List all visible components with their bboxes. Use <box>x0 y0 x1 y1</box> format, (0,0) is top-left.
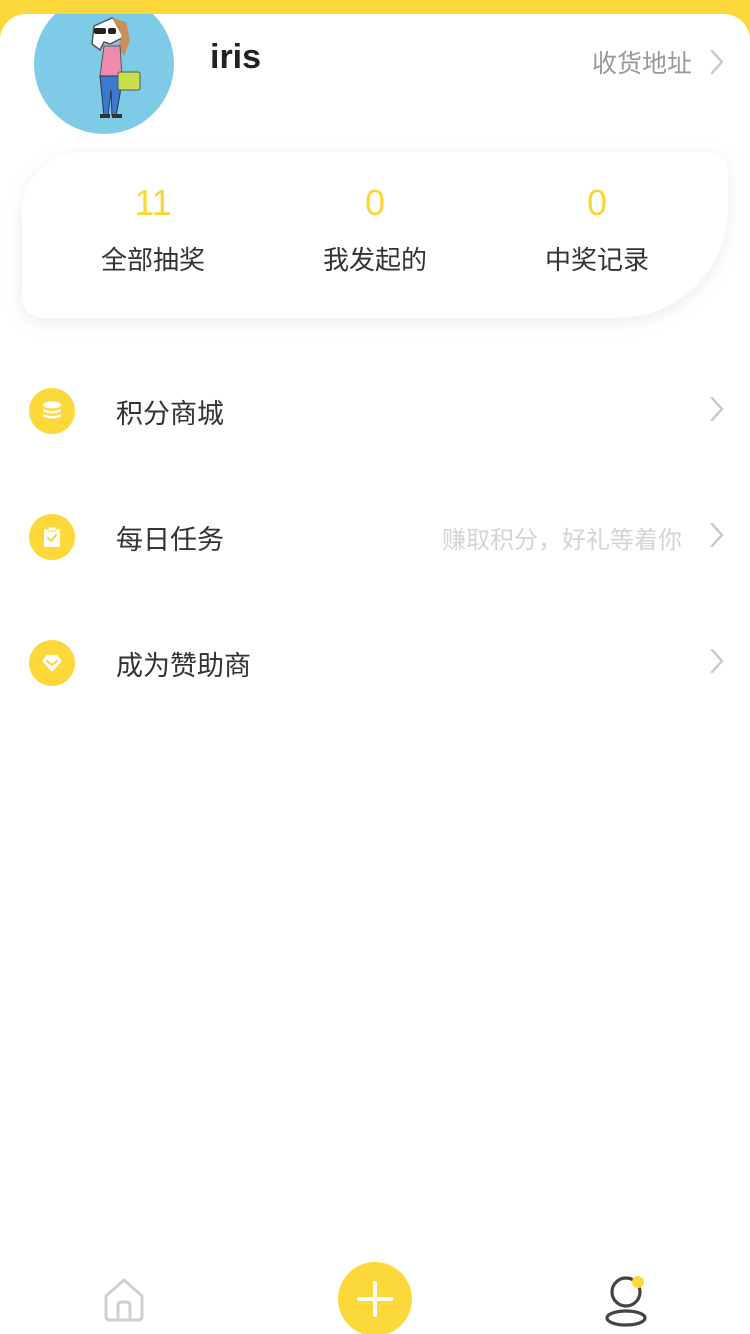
stat-all-lotteries[interactable]: 11 全部抽奖 <box>48 180 258 277</box>
shipping-address-label: 收货地址 <box>591 49 692 78</box>
user-icon[interactable] <box>600 1272 652 1328</box>
menu-list: 积分商城 每日任务 赚取积分，好礼等着你 成为赞助商 <box>0 348 750 726</box>
menu-item-become-sponsor[interactable]: 成为赞助商 <box>0 600 750 726</box>
home-icon[interactable] <box>100 1274 148 1324</box>
stat-label: 全部抽奖 <box>100 246 205 276</box>
stat-value: 0 <box>364 182 386 223</box>
coins-icon <box>29 388 75 434</box>
profile-page: iris 收货地址 11 全部抽奖 0 我发起的 0 中奖记录 积分商城 每日任… <box>0 14 750 1334</box>
menu-item-label: 成为赞助商 <box>116 650 251 682</box>
heart-diamond-icon <box>29 640 75 686</box>
bottom-tab-bar <box>0 1234 750 1334</box>
chevron-right-icon <box>710 396 724 426</box>
stat-value: 0 <box>586 182 608 223</box>
stat-label: 中奖记录 <box>544 246 649 276</box>
menu-item-label: 每日任务 <box>116 524 224 556</box>
username: iris <box>210 38 262 76</box>
shipping-address-link[interactable]: 收货地址 <box>592 42 724 82</box>
avatar[interactable] <box>34 14 174 134</box>
clipboard-check-icon <box>29 514 75 560</box>
menu-item-daily-tasks[interactable]: 每日任务 赚取积分，好礼等着你 <box>0 474 750 600</box>
stat-value: 11 <box>134 182 172 223</box>
stat-label: 我发起的 <box>322 246 427 276</box>
plus-icon[interactable] <box>338 1262 412 1334</box>
menu-item-points-mall[interactable]: 积分商城 <box>0 348 750 474</box>
horse-illustration <box>91 17 141 118</box>
menu-item-label: 积分商城 <box>116 398 224 430</box>
chevron-right-icon <box>710 522 724 552</box>
menu-item-hint: 赚取积分，好礼等着你 <box>442 525 682 554</box>
stat-win-records[interactable]: 0 中奖记录 <box>492 180 702 277</box>
stats-card: 11 全部抽奖 0 我发起的 0 中奖记录 <box>22 152 728 318</box>
chevron-right-icon <box>710 49 724 75</box>
stat-my-initiated[interactable]: 0 我发起的 <box>270 180 480 277</box>
chevron-right-icon <box>710 648 724 678</box>
